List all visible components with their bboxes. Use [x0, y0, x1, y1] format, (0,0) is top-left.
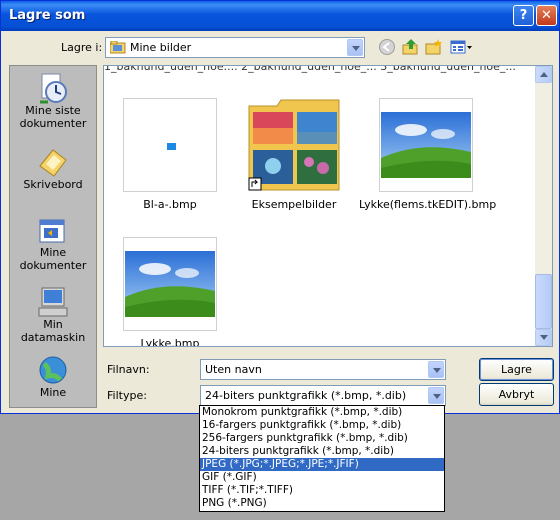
my-computer-icon — [36, 286, 70, 317]
folder-icon — [109, 40, 126, 54]
filetype-option-selected[interactable]: JPEG (*.JPG;*.JPEG;*.JPE;*.JFIF) — [200, 458, 444, 471]
places-bar: Mine siste dokumenter Skrivebord Mine do… — [9, 65, 97, 408]
file-list[interactable]: 1_bakhund_uden_noe.... 2_bakhund_uden_no… — [103, 65, 553, 347]
filetype-option[interactable]: 24-biters punktgrafikk (*.bmp, *.dib) — [200, 445, 444, 458]
place-my-documents[interactable]: Mine dokumenter — [10, 214, 96, 272]
file-thumbnail — [123, 237, 217, 331]
filetype-option[interactable]: PNG (*.PNG) — [200, 497, 444, 510]
vertical-scrollbar[interactable] — [535, 66, 552, 346]
place-network[interactable]: Mine — [10, 354, 96, 399]
folder-name: Eksempelbilder — [251, 198, 337, 211]
filetype-option[interactable]: Monokrom punktgrafikk (*.bmp, *.dib) — [200, 406, 444, 419]
chevron-down-icon[interactable] — [347, 39, 363, 56]
file-item[interactable]: Lykke(flems.tkEDIT).bmp — [359, 98, 497, 211]
close-button[interactable]: ✕ — [536, 5, 557, 26]
save-button[interactable]: Lagre — [479, 358, 554, 381]
lookin-label: Lagre i: — [61, 41, 103, 54]
filetype-label: Filtype: — [107, 389, 147, 402]
filename-combo[interactable]: Uten navn — [200, 359, 446, 380]
place-label: Mine dokumenter — [19, 246, 87, 272]
window-title: Lagre som — [9, 8, 86, 23]
place-label: Min datamaskin — [20, 318, 86, 344]
scroll-thumb[interactable] — [535, 274, 552, 329]
file-name: Bl-a-.bmp — [143, 198, 197, 211]
lookin-value: Mine bilder — [130, 41, 192, 54]
my-documents-icon — [36, 214, 70, 244]
place-label: Skrivebord — [23, 178, 83, 191]
file-item[interactable]: Lykke.bmp — [108, 237, 232, 347]
recent-documents-icon — [36, 72, 70, 104]
scroll-down-icon[interactable] — [535, 329, 552, 346]
help-button[interactable]: ? — [513, 5, 534, 26]
title-bar[interactable]: Lagre som ? ✕ — [1, 1, 559, 31]
network-places-icon — [36, 354, 70, 384]
file-thumbnail — [123, 98, 217, 192]
folder-item[interactable]: Eksempelbilder — [232, 98, 356, 211]
file-item[interactable]: Bl-a-.bmp — [108, 98, 232, 211]
filetype-option[interactable]: GIF (*.GIF) — [200, 471, 444, 484]
place-desktop[interactable]: Skrivebord — [10, 146, 96, 191]
up-folder-icon[interactable] — [402, 38, 420, 56]
filetype-option[interactable]: TIFF (*.TIF;*.TIFF) — [200, 484, 444, 497]
partially-visible-file-names: 1_bakhund_uden_noe.... 2_bakhund_uden_no… — [104, 65, 516, 73]
scroll-up-icon[interactable] — [535, 66, 552, 83]
filetype-dropdown-list[interactable]: Monokrom punktgrafikk (*.bmp, *.dib) 16-… — [199, 405, 445, 512]
new-folder-icon[interactable] — [425, 38, 443, 56]
filetype-value: 24-biters punktgrafikk (*.bmp, *.dib) — [205, 389, 407, 402]
place-label: Mine siste dokumenter — [19, 104, 87, 130]
view-menu-icon[interactable] — [450, 38, 474, 56]
file-name: Lykke(flems.tkEDIT).bmp — [359, 198, 497, 211]
folder-thumbnail-icon — [247, 98, 341, 192]
filetype-option[interactable]: 256-fargers punktgrafikk (*.bmp, *.dib) — [200, 432, 444, 445]
filetype-select[interactable]: 24-biters punktgrafikk (*.bmp, *.dib) — [200, 385, 446, 406]
desktop-icon — [36, 146, 70, 177]
place-my-computer[interactable]: Min datamaskin — [10, 286, 96, 344]
lookin-combo[interactable]: Mine bilder — [105, 37, 365, 58]
chevron-down-icon[interactable] — [428, 361, 444, 378]
place-recent-documents[interactable]: Mine siste dokumenter — [10, 72, 96, 130]
chevron-down-icon[interactable] — [428, 387, 444, 404]
file-name: Lykke.bmp — [140, 337, 200, 347]
filename-input[interactable]: Uten navn — [205, 363, 262, 376]
file-thumbnail — [379, 98, 473, 192]
back-icon[interactable] — [378, 38, 396, 56]
filename-label: Filnavn: — [107, 363, 150, 376]
cancel-button[interactable]: Avbryt — [479, 383, 554, 406]
filetype-option[interactable]: 16-fargers punktgrafikk (*.bmp, *.dib) — [200, 419, 444, 432]
save-as-dialog: Lagre som ? ✕ Lagre i: Mine bilder Mine … — [0, 0, 560, 414]
